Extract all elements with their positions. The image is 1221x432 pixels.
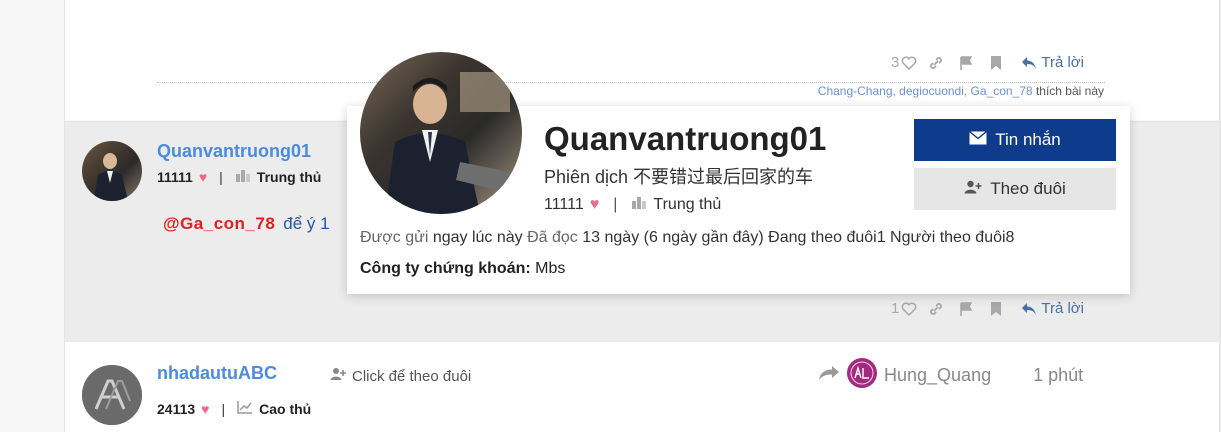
user-stats: 24113 ♥ | Cao thủ [157, 400, 311, 417]
envelope-icon [969, 130, 988, 150]
popup-points: 11111 [544, 195, 584, 213]
heart-icon: ♥ [589, 195, 600, 213]
message-button[interactable]: Tin nhắn [914, 119, 1116, 161]
following-label: Đang theo đuôi [768, 229, 877, 246]
follow-button[interactable]: Theo đuôi [914, 168, 1116, 210]
likers-summary: Chang-Chang, degiocuondi, Ga_con_78 thíc… [818, 84, 1104, 98]
left-sidebar [0, 0, 65, 432]
popup-title: Phiên dịch 不要错过最后回家的车 [544, 167, 814, 187]
post-actions-1: 3 Trả lời [891, 54, 1084, 71]
username[interactable]: Quanvantruong01 [157, 141, 311, 162]
separator: | [613, 195, 618, 213]
read-value: 13 ngày (6 ngày gần đây) [577, 229, 769, 246]
message-button-label: Tin nhắn [995, 130, 1061, 149]
separator: | [219, 168, 223, 185]
read-label: Đã đọc [527, 229, 578, 246]
points: 11111 [157, 168, 193, 185]
reply-label: Trả lời [1041, 54, 1084, 71]
post-text: để ý 1 [283, 214, 330, 233]
user-plus-icon [964, 179, 982, 199]
reply-button[interactable]: Trả lời [1021, 300, 1084, 317]
sharer-avatar[interactable] [846, 357, 878, 394]
bookmark-icon[interactable] [985, 55, 1007, 71]
sharer-name[interactable]: Hung_Quang [884, 365, 991, 386]
post-content: @Ga_con_78 để ý 1 [163, 214, 330, 234]
like-count: 1 [891, 300, 900, 317]
bookmark-icon[interactable] [985, 301, 1007, 317]
separator: | [221, 400, 226, 417]
followers-value: 8 [1005, 229, 1015, 246]
user-plus-icon [330, 367, 346, 385]
post-time: 1 phút [1033, 365, 1084, 385]
avatar[interactable] [82, 141, 142, 201]
link-icon[interactable] [925, 301, 947, 317]
popup-stats: 11111 ♥ | Trung thủ [544, 195, 721, 214]
reply-label: Trả lời [1041, 300, 1084, 317]
sent-value: ngay lúc này [428, 229, 528, 246]
rank-icon [631, 195, 647, 214]
username[interactable]: nhadautuABC [157, 363, 277, 384]
divider [157, 82, 1105, 83]
user-stats: 11111 ♥ | Trung thủ [157, 168, 321, 185]
heart-outline-icon[interactable] [901, 302, 917, 316]
heart-outline-icon[interactable] [901, 56, 917, 70]
reply-button[interactable]: Trả lời [1021, 54, 1084, 71]
likers-suffix: thích bài này [1032, 84, 1104, 98]
popup-activity: Được gửi ngay lúc này Đã đọc 13 ngày (6 … [360, 229, 1014, 247]
share-icon [818, 365, 840, 386]
popup-username[interactable]: Quanvantruong01 [544, 120, 826, 158]
follow-link-label: Click để theo đuôi [352, 367, 472, 385]
rank-icon [235, 168, 251, 185]
like-count: 3 [891, 54, 900, 71]
heart-icon: ♥ [198, 168, 208, 185]
popup-avatar[interactable] [360, 52, 522, 214]
flag-icon[interactable] [955, 301, 977, 317]
sent-label: Được gửi [360, 229, 429, 246]
avatar[interactable] [82, 365, 142, 425]
popup-rank: Trung thủ [653, 195, 722, 213]
likers-names[interactable]: Chang-Chang, degiocuondi, Ga_con_78 [818, 84, 1033, 98]
points: 24113 [157, 400, 196, 417]
company-label: Công ty chứng khoán: [360, 260, 531, 277]
followers-label: Người theo đuôi [890, 229, 1006, 246]
link-icon[interactable] [925, 55, 947, 71]
flag-icon[interactable] [955, 55, 977, 71]
follow-button-label: Theo đuôi [990, 179, 1066, 198]
post-actions-2: 1 Trả lời [891, 300, 1084, 317]
mention-tag[interactable]: @Ga_con_78 [163, 214, 275, 233]
shared-by: Hung_Quang 1 phút [818, 357, 1083, 394]
heart-icon: ♥ [201, 400, 210, 417]
rank: Trung thủ [256, 168, 322, 185]
following-value: 1 [876, 229, 891, 246]
follow-link[interactable]: Click để theo đuôi [330, 367, 471, 385]
company-value: Mbs [530, 260, 566, 277]
rank: Cao thủ [259, 400, 312, 417]
popup-company: Công ty chứng khoán: Mbs [360, 260, 565, 278]
chart-icon [237, 400, 253, 417]
